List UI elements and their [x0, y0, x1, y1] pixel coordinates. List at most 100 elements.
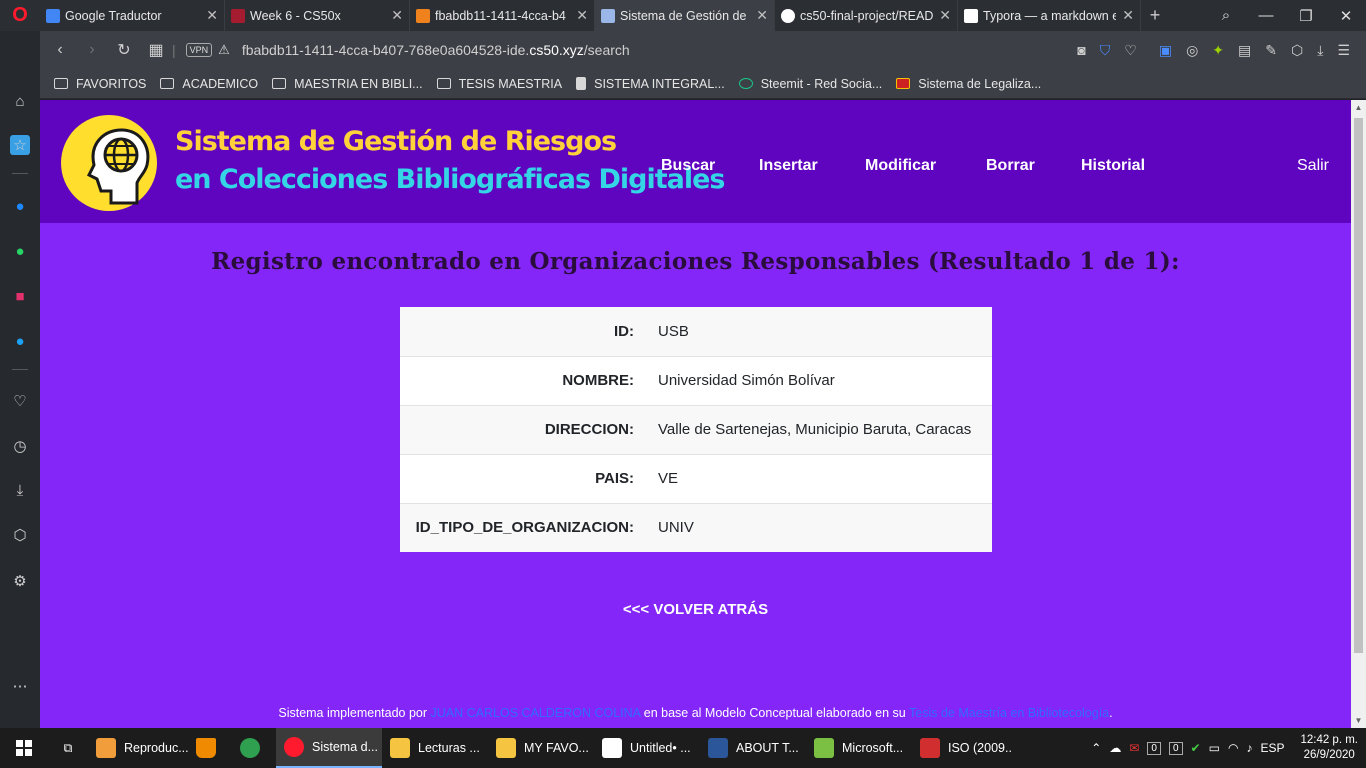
scroll-up-arrow[interactable]: ▲ [1351, 100, 1366, 115]
mail-icon[interactable]: ✉ [1129, 741, 1139, 755]
taskbar-app[interactable]: Untitled• ... [594, 728, 700, 768]
extension-icon[interactable]: ✦ [1212, 42, 1224, 59]
taskbar-app[interactable]: Microsoft... [806, 728, 912, 768]
head-globe-logo[interactable] [61, 115, 157, 211]
maximize-button[interactable]: ❐ [1286, 7, 1326, 25]
close-icon[interactable]: ✕ [576, 7, 588, 24]
bookmark-folder[interactable]: FAVORITOS [54, 77, 146, 91]
checkmark-icon[interactable]: ✔ [1191, 741, 1201, 755]
close-icon[interactable]: ✕ [391, 7, 403, 24]
speed-dial-icon[interactable]: ☆ [10, 135, 30, 155]
taskbar-app[interactable]: Lecturas ... [382, 728, 488, 768]
taskbar-app[interactable]: MY FAVO... [488, 728, 594, 768]
heart-icon[interactable]: ♡ [1124, 42, 1137, 59]
more-icon[interactable]: ⋯ [10, 676, 30, 696]
whatsapp-icon[interactable]: ● [10, 241, 30, 261]
close-window-button[interactable]: ✕ [1326, 7, 1366, 25]
browser-tab[interactable]: cs50-final-project/READ ✕ [775, 0, 958, 31]
back-icon[interactable]: ‹ [44, 41, 76, 59]
browser-tab-active[interactable]: Sistema de Gestión de R ✕ [595, 0, 775, 31]
browser-tab[interactable]: Week 6 - CS50x ✕ [225, 0, 410, 31]
taskbar-app[interactable]: ISO (2009... [912, 728, 1012, 768]
folder-icon [54, 78, 68, 89]
shield-icon[interactable]: ⛉ [1100, 42, 1111, 59]
minimize-button[interactable]: — [1246, 7, 1286, 25]
cloud-icon[interactable]: ☁ [1109, 741, 1121, 755]
mouse-extension-icon[interactable]: ◎ [1186, 42, 1198, 59]
download-icon[interactable]: ⤓ [10, 480, 30, 500]
nav-buscar[interactable]: Buscar [661, 157, 715, 175]
new-tab-button[interactable]: + [1141, 5, 1169, 26]
messenger-icon[interactable]: ● [10, 196, 30, 216]
forward-icon[interactable]: › [76, 41, 108, 59]
browser-tab[interactable]: Google Traductor ✕ [40, 0, 225, 31]
volume-icon[interactable]: ♪ [1246, 741, 1252, 755]
clock-time: 12:42 p. m. [1300, 734, 1358, 746]
close-icon[interactable]: ✕ [206, 7, 218, 24]
twitter-icon[interactable]: ● [10, 331, 30, 351]
language-indicator[interactable]: ESP [1260, 741, 1284, 755]
taskbar-app[interactable] [188, 728, 232, 768]
battery-icon[interactable]: ▭ [1209, 741, 1220, 755]
history-icon[interactable]: ◷ [10, 436, 30, 456]
close-icon[interactable]: ✕ [939, 7, 951, 24]
windows-start-button[interactable] [0, 728, 48, 768]
tray-badge[interactable]: 0 [1168, 741, 1183, 755]
field-value: Valle de Sartenejas, Municipio Baruta, C… [646, 404, 992, 454]
scroll-down-arrow[interactable]: ▼ [1351, 713, 1366, 728]
taskbar-app[interactable] [232, 728, 276, 768]
camera-icon[interactable]: ◙ [1077, 42, 1085, 59]
browser-tab[interactable]: fbabdb11-1411-4cca-b4 ✕ [410, 0, 595, 31]
download-icon[interactable]: ⤓ [1317, 42, 1323, 59]
taskbar-app[interactable]: ABOUT T... [700, 728, 806, 768]
opera-menu-icon[interactable]: O [0, 0, 40, 31]
opera-sidebar: ⌂ ☆ ● ● ■ ● ♡ ◷ ⤓ ⬡ ⚙ ⋯ [0, 31, 40, 728]
bookmark-folder[interactable]: TESIS MAESTRIA [436, 77, 562, 91]
cube-extension-icon[interactable]: ⬡ [1291, 42, 1303, 59]
pen-extension-icon[interactable]: ✎ [1265, 42, 1277, 59]
page-scrollbar[interactable]: ▲ ▼ [1351, 100, 1366, 728]
thesis-link[interactable]: Tesis de Maestría en Bibliotecología [909, 706, 1109, 720]
settings-icon[interactable]: ⚙ [10, 571, 30, 591]
tray-badge[interactable]: 0 [1147, 741, 1161, 755]
bookmark-link[interactable]: Sistema de Legaliza... [896, 77, 1041, 91]
search-tabs-icon[interactable]: ⌕ [1206, 7, 1246, 25]
page-icon [576, 77, 587, 90]
reload-icon[interactable]: ↻ [108, 40, 140, 60]
wifi-icon[interactable]: ◠ [1228, 741, 1238, 755]
clock[interactable]: 12:42 p. m. 26/9/2020 [1300, 733, 1358, 763]
vpn-badge[interactable]: VPN [185, 43, 213, 57]
snapshot-icon[interactable]: ▤ [1238, 42, 1251, 59]
nav-insertar[interactable]: Insertar [759, 157, 818, 175]
bookmark-link[interactable]: SISTEMA INTEGRAL... [576, 77, 725, 91]
browser-tab[interactable]: Typora — a markdown e ✕ [958, 0, 1141, 31]
taskbar-app[interactable]: Reproduc... [88, 728, 188, 768]
nav-modificar[interactable]: Modificar [865, 157, 936, 175]
tab-grid-icon[interactable]: ▦ [140, 40, 172, 60]
warning-icon[interactable]: ⚠ [218, 42, 230, 58]
url-field[interactable]: fbabdb11-1411-4cca-b407-768e0a604528-ide… [242, 42, 630, 58]
menu-icon[interactable]: ☰ [1337, 42, 1350, 59]
taskbar-app-active[interactable]: Sistema d... [276, 728, 382, 768]
tab-label: Sistema de Gestión de R [620, 8, 751, 23]
author-link[interactable]: JUAN CARLOS CALDERON COLINA [431, 706, 641, 720]
nav-borrar[interactable]: Borrar [986, 157, 1035, 175]
close-icon[interactable]: ✕ [1122, 7, 1134, 24]
scroll-thumb[interactable] [1354, 118, 1363, 653]
translate-extension-icon[interactable]: ▣ [1159, 42, 1172, 59]
bookmark-folder[interactable]: MAESTRIA EN BIBLI... [272, 77, 423, 91]
site-header: Sistema de Gestión de Riesgos en Colecci… [40, 100, 1351, 223]
instagram-icon[interactable]: ■ [10, 286, 30, 306]
nav-historial[interactable]: Historial [1081, 157, 1145, 175]
bookmark-folder[interactable]: ACADEMICO [160, 77, 258, 91]
heart-icon[interactable]: ♡ [10, 391, 30, 411]
cube-icon[interactable]: ⬡ [10, 525, 30, 545]
bookmark-link[interactable]: Steemit - Red Socia... [738, 77, 882, 91]
back-link[interactable]: <<< VOLVER ATRÁS [40, 601, 1351, 618]
nav-salir[interactable]: Salir [1297, 157, 1329, 175]
chevron-up-icon[interactable]: ⌃ [1091, 741, 1101, 755]
close-icon[interactable]: ✕ [756, 7, 768, 24]
task-view-button[interactable]: ⧉ [48, 728, 88, 768]
flag-icon [896, 78, 911, 89]
home-icon[interactable]: ⌂ [10, 91, 30, 111]
